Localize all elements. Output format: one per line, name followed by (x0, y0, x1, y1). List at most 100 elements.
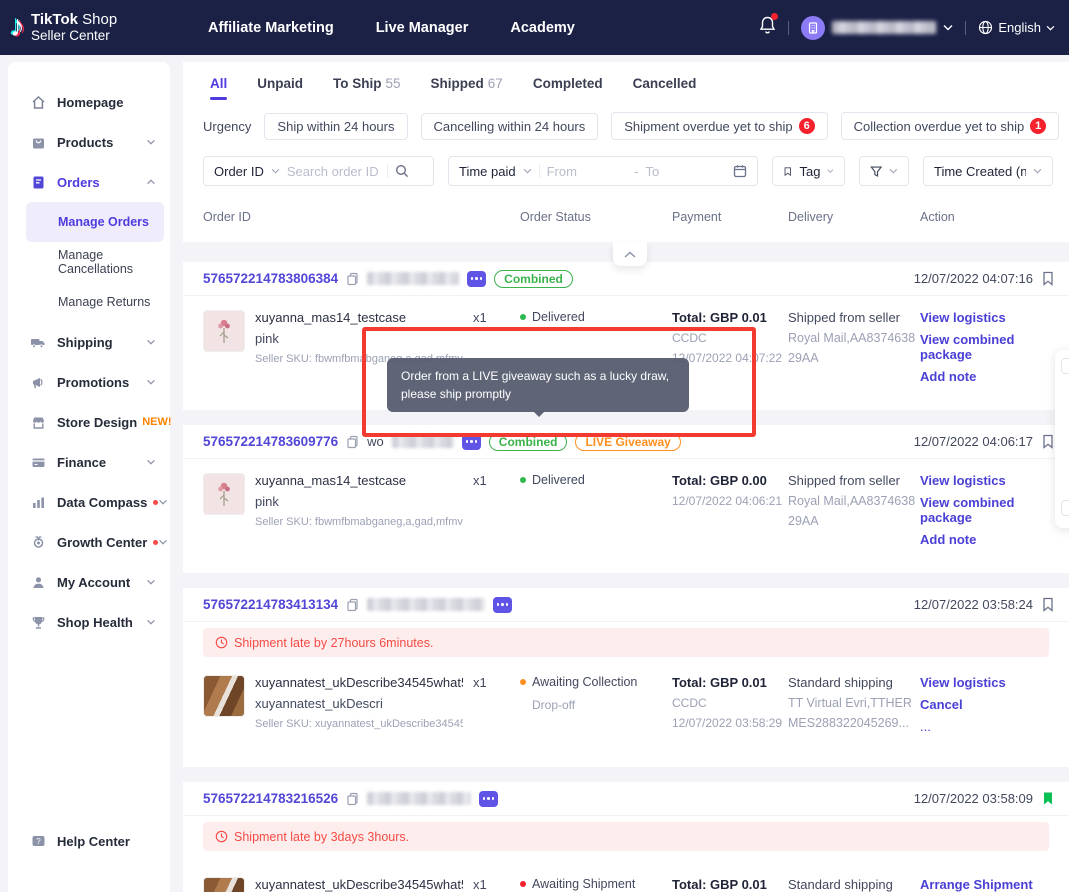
nav-academy[interactable]: Academy (510, 20, 574, 36)
order-status-tabs: All Unpaid To Ship55 Shipped67 Completed… (183, 62, 1069, 106)
add-note-link[interactable]: Add note (920, 369, 1049, 384)
collapse-button[interactable] (613, 242, 647, 266)
sidebar-item-manage-cancellations[interactable]: Manage Cancellations (8, 242, 170, 282)
product-variant: pink (255, 494, 463, 509)
tag-filter[interactable]: Tag (772, 156, 845, 186)
view-logistics-link[interactable]: View logistics (920, 473, 1049, 488)
chart-icon (30, 494, 46, 510)
tab-cancelled[interactable]: Cancelled (633, 76, 697, 106)
product-name[interactable]: xuyannatest_ukDescribe34545what5yu4a... (255, 675, 463, 690)
chevron-down-icon (146, 379, 156, 385)
notifications-button[interactable] (759, 16, 776, 39)
sidebar-item-data-compass[interactable]: Data Compass (8, 482, 170, 522)
nav-live-manager[interactable]: Live Manager (376, 20, 469, 36)
filter-collection-overdue[interactable]: Collection overdue yet to ship1 (841, 112, 1060, 140)
arrange-shipment-link[interactable]: Arrange Shipment (920, 877, 1049, 892)
product-name[interactable]: xuyannatest_ukDescribe34545what5yu4a... (255, 877, 463, 892)
sidebar-item-shop-health[interactable]: Shop Health (8, 602, 170, 642)
sidebar-item-manage-returns[interactable]: Manage Returns (8, 282, 170, 322)
copy-icon[interactable] (346, 435, 359, 449)
sidebar-item-shipping[interactable]: Shipping (8, 322, 170, 362)
account-menu[interactable] (801, 16, 953, 40)
order-created-time: 12/07/2022 04:06:17 (914, 434, 1033, 449)
view-logistics-link[interactable]: View logistics (920, 675, 1049, 690)
search-icon[interactable] (395, 164, 409, 178)
live-giveaway-tooltip: Order from a LIVE giveaway such as a luc… (387, 358, 689, 412)
filter-cancelling-within-24h[interactable]: Cancelling within 24 hours (421, 113, 599, 140)
language-selector[interactable]: English (978, 20, 1055, 35)
view-combined-package-link[interactable]: View combined package (920, 495, 1049, 525)
buyer-name-prefix: wo (367, 434, 384, 449)
chat-icon[interactable] (462, 434, 481, 450)
date-from-input[interactable]: From (547, 164, 628, 179)
filter-shipment-overdue[interactable]: Shipment overdue yet to ship6 (611, 112, 827, 140)
order-status-cell: Awaiting Shipment (520, 877, 672, 891)
order-id-link[interactable]: 576572214783216526 (203, 791, 338, 806)
view-combined-package-link[interactable]: View combined package (920, 332, 1049, 362)
bookmark-icon[interactable] (1041, 271, 1055, 286)
time-paid-select[interactable]: Time paid (459, 164, 516, 179)
tab-shipped[interactable]: Shipped67 (431, 76, 503, 106)
chat-icon[interactable] (479, 791, 498, 807)
sidebar-item-products[interactable]: Products (8, 122, 170, 162)
sidebar-item-homepage[interactable]: Homepage (8, 82, 170, 122)
order-header-row: 576572214783413134 12/07/2022 03:58:24 (183, 588, 1069, 622)
product-sku: Seller SKU: xuyannatest_ukDescribe34545w… (255, 718, 463, 730)
delivery-tracking: 29AA (788, 351, 920, 365)
bookmark-icon[interactable] (1041, 434, 1055, 449)
tab-unpaid[interactable]: Unpaid (257, 76, 303, 106)
sidebar-item-growth-center[interactable]: Growth Center (8, 522, 170, 562)
bookmark-icon-filled[interactable] (1041, 791, 1055, 806)
chevron-up-icon (624, 251, 636, 258)
product-image[interactable] (203, 310, 245, 352)
search-type-select[interactable]: Order ID (214, 164, 264, 179)
floating-side-panel[interactable] (1055, 350, 1069, 528)
product-image[interactable] (203, 877, 245, 892)
brand-line2: Seller Center (31, 28, 117, 44)
advanced-filter[interactable] (859, 156, 909, 186)
product-image[interactable] (203, 675, 245, 717)
order-id-link[interactable]: 576572214783413134 (203, 597, 338, 612)
bookmark-icon[interactable] (1041, 597, 1055, 612)
tiktok-shop-logo[interactable]: ♪ TikTok Shop Seller Center (0, 11, 190, 44)
delivery-option: Standard shipping (788, 877, 920, 892)
cancel-link[interactable]: Cancel (920, 697, 1049, 712)
sort-order-select[interactable]: Time Created (nev (923, 156, 1053, 186)
search-input[interactable] (287, 164, 380, 179)
sidebar-item-help-center[interactable]: ? Help Center (8, 821, 170, 861)
view-logistics-link[interactable]: View logistics (920, 310, 1049, 325)
product-name[interactable]: xuyanna_mas14_testcase (255, 310, 463, 325)
action-cell: Arrange Shipment Cancel ... (920, 877, 1049, 892)
order-id-link[interactable]: 576572214783806384 (203, 271, 338, 286)
chat-icon[interactable] (493, 597, 512, 613)
copy-icon[interactable] (346, 792, 359, 806)
more-actions-link[interactable]: ... (920, 719, 1049, 734)
product-image[interactable] (203, 473, 245, 515)
live-giveaway-badge: LIVE Giveaway (575, 433, 680, 451)
chat-icon[interactable] (467, 271, 486, 287)
sidebar-item-my-account[interactable]: My Account (8, 562, 170, 602)
clock-icon (215, 830, 228, 843)
redacted-buyer-name (367, 792, 471, 805)
add-note-link[interactable]: Add note (920, 532, 1049, 547)
sidebar-item-manage-orders[interactable]: Manage Orders (26, 202, 164, 242)
product-quantity: x1 (473, 675, 520, 690)
date-to-input[interactable]: To (645, 164, 726, 179)
chevron-down-icon (1046, 25, 1055, 31)
order-id-link[interactable]: 576572214783609776 (203, 434, 338, 449)
sidebar-item-orders[interactable]: Orders (8, 162, 170, 202)
payment-method: CCDC (672, 331, 788, 345)
filter-ship-within-24h[interactable]: Ship within 24 hours (264, 113, 407, 140)
copy-icon[interactable] (346, 272, 359, 286)
sidebar-item-promotions[interactable]: Promotions (8, 362, 170, 402)
calendar-icon[interactable] (733, 164, 747, 178)
tab-completed[interactable]: Completed (533, 76, 603, 106)
sidebar-item-store-design[interactable]: Store Design NEW! (8, 402, 170, 442)
tab-all[interactable]: All (210, 76, 227, 106)
tab-to-ship[interactable]: To Ship55 (333, 76, 401, 106)
copy-icon[interactable] (346, 598, 359, 612)
sidebar-item-finance[interactable]: Finance (8, 442, 170, 482)
column-spacer (473, 210, 520, 242)
product-name[interactable]: xuyanna_mas14_testcase (255, 473, 463, 488)
nav-affiliate-marketing[interactable]: Affiliate Marketing (208, 20, 334, 36)
